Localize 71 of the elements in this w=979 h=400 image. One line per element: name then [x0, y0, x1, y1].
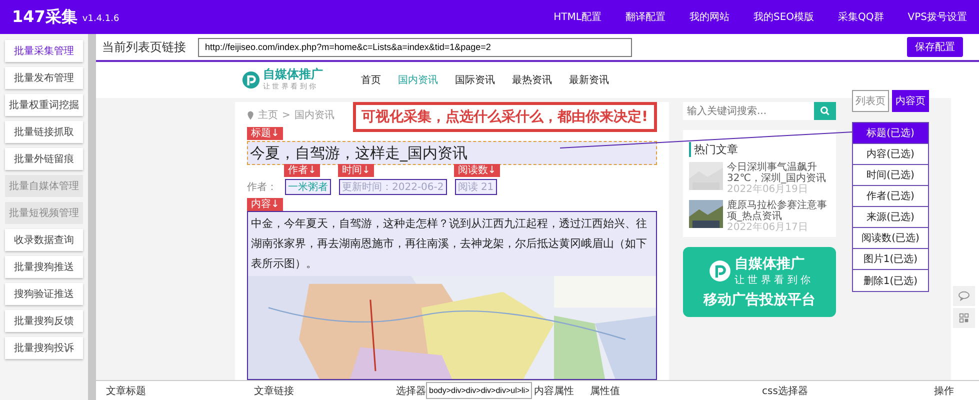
- column-header: 内容属性: [534, 384, 575, 398]
- sidebar-button[interactable]: 收录数据查询: [5, 229, 83, 251]
- qr-code-icon: [959, 313, 969, 323]
- breadcrumb-item: 主页: [258, 108, 278, 122]
- app-name: 147采集: [12, 6, 78, 28]
- sidebar-button[interactable]: 批量采集管理: [5, 40, 83, 62]
- sidebar-button[interactable]: 批量权重词挖掘: [5, 94, 83, 116]
- search-field[interactable]: 输入关键词搜索...: [683, 102, 814, 120]
- field-tag: 时间↓: [338, 164, 374, 177]
- article-title: 今夏，自驾游，这样走_国内资讯: [250, 144, 468, 162]
- top-nav-link[interactable]: 翻译配置: [625, 10, 666, 24]
- update-time: 更新时间：2022-06-2: [339, 179, 447, 195]
- column-header: 选择器: [396, 384, 426, 398]
- author-name: 一米粥者: [285, 179, 331, 195]
- breadcrumb-item: >: [282, 110, 290, 120]
- sidebar-button[interactable]: 批量链接抓取: [5, 121, 83, 143]
- field-tag: 阅读数↓: [454, 164, 500, 177]
- sidebar-button[interactable]: 批量发布管理: [5, 67, 83, 89]
- column-header: css选择器: [762, 384, 809, 398]
- article-link[interactable]: 鹿原马拉松参赛注意事项_热点资讯: [727, 200, 830, 222]
- section-heading: 热门文章: [689, 142, 830, 157]
- column-header: 文章链接: [254, 384, 295, 398]
- column-header: 文章标题: [106, 384, 147, 398]
- field-tag: 标题↓: [247, 127, 284, 140]
- read-count: 阅读 21: [454, 179, 497, 195]
- column-header: 属性值: [590, 384, 621, 398]
- ad-brand: 自媒体推广: [734, 255, 806, 273]
- sidebar-button[interactable]: 批量搜狗投诉: [5, 337, 83, 359]
- top-nav-link[interactable]: 我的网站: [689, 10, 730, 24]
- field-tag: 作者↓: [284, 164, 320, 177]
- search-icon: [820, 106, 830, 116]
- sidebar-button[interactable]: 批量搜狗反馈: [5, 310, 83, 332]
- comment-button[interactable]: [953, 286, 975, 306]
- page-type-tab[interactable]: 列表页: [852, 90, 889, 112]
- site-nav-link[interactable]: 首页: [360, 73, 381, 87]
- article-paragraph: 中金，今年夏天，自驾游，这种走怎样？说到从江西九江起程，透过江西始兴、往湖南张家界，再去湖南恩施市，再往南溪，去神龙架，尔后抵达黄冈峨眉山（如下表所示图）。: [251, 216, 648, 272]
- field-item[interactable]: 标题(已选): [853, 123, 928, 144]
- site-nav-link[interactable]: 国际资讯: [454, 73, 495, 87]
- speech-bubble-icon: [958, 291, 970, 301]
- top-nav-link[interactable]: VPS拨号设置: [908, 10, 967, 24]
- site-nav-link[interactable]: 最新资讯: [568, 73, 609, 87]
- page-type-tab[interactable]: 内容页: [892, 90, 929, 112]
- scrollbar[interactable]: [88, 34, 96, 400]
- logo-icon: [708, 260, 731, 282]
- logo-icon: [242, 71, 260, 89]
- author-label: 作者：: [247, 180, 277, 194]
- url-field[interactable]: http://feijiseo.com/index.php?m=home&c=Lists&a=index&tid=1&page=2: [198, 38, 632, 56]
- qr-code-button[interactable]: [953, 308, 975, 328]
- article-date: 2022年06月19日: [727, 184, 809, 195]
- field-tag: 内容↓: [247, 198, 284, 211]
- breadcrumb-item: 国内资讯: [294, 108, 334, 122]
- app-version: v1.4.1.6: [82, 14, 120, 24]
- column-header: 操作: [934, 384, 955, 398]
- ad-tagline: 让 世 界 看 到 你: [734, 274, 810, 287]
- promo-banner: 可视化采集，点选什么采什么，都由你来决定!: [352, 102, 657, 132]
- top-nav-link[interactable]: 我的SEO模版: [753, 10, 814, 24]
- logo-name: 自媒体推广: [263, 68, 324, 81]
- save-button[interactable]: 保存配置: [907, 37, 963, 57]
- selector-field[interactable]: body>div>div>div>div>ul>li>: [426, 382, 532, 399]
- ad-slogan: 移动广告投放平台: [704, 291, 816, 309]
- article-link[interactable]: 今日深圳事气温飙升32℃，深圳_国内资讯: [727, 162, 830, 184]
- article-date: 2022年06月17日: [727, 222, 809, 233]
- top-nav-link[interactable]: 采集QQ群: [838, 10, 884, 24]
- search-button[interactable]: [814, 102, 836, 120]
- location-icon: [247, 110, 254, 120]
- site-nav-link[interactable]: 最热资讯: [512, 73, 552, 87]
- sidebar-button[interactable]: 搜狗验证推送: [5, 283, 83, 305]
- url-label: 当前列表页链接: [102, 38, 186, 56]
- sidebar-button[interactable]: 批量搜狗推送: [5, 256, 83, 278]
- top-nav-link[interactable]: HTML配置: [554, 10, 602, 24]
- sidebar-button[interactable]: 批量外链留痕: [5, 148, 83, 170]
